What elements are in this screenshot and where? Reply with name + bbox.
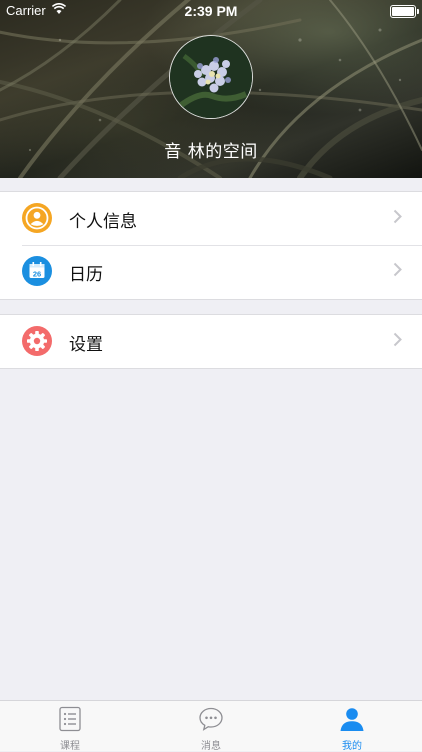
menu-item-label: 日历 — [69, 265, 103, 285]
menu-item-calendar[interactable]: 26 日历 — [0, 245, 422, 298]
tab-messages[interactable]: 消息 — [141, 701, 281, 752]
tab-courses[interactable]: 课程 — [0, 701, 140, 752]
calendar-badge-number: 26 — [33, 269, 41, 278]
status-bar: Carrier 2:39 PM — [0, 0, 422, 22]
menu-group-settings: 设置 — [0, 314, 422, 369]
calendar-icon: 26 — [22, 256, 52, 286]
chevron-right-icon — [393, 262, 402, 281]
battery-icon — [390, 5, 419, 18]
list-icon — [57, 706, 83, 732]
tab-bar: 课程 消息 我的 — [0, 700, 422, 752]
menu-group-profile: 个人信息 26 日历 — [0, 191, 422, 300]
menu-item-personal-info[interactable]: 个人信息 — [0, 192, 422, 246]
profile-username: 音 林的空间 — [164, 142, 258, 162]
menu-item-label: 设置 — [69, 335, 103, 355]
gear-icon — [22, 326, 52, 356]
chat-bubble-icon — [198, 706, 224, 732]
profile-header: Carrier 2:39 PM 音 林的空间 — [0, 0, 422, 178]
chevron-right-icon — [393, 332, 402, 351]
person-icon — [339, 706, 365, 732]
chevron-right-icon — [393, 209, 402, 228]
tab-mine[interactable]: 我的 — [282, 701, 422, 752]
clock-time: 2:39 PM — [184, 3, 238, 19]
avatar-flower-image — [170, 36, 252, 118]
menu-item-settings[interactable]: 设置 — [0, 315, 422, 368]
user-icon — [22, 203, 52, 233]
menu-item-label: 个人信息 — [69, 212, 137, 232]
avatar[interactable] — [169, 35, 253, 119]
